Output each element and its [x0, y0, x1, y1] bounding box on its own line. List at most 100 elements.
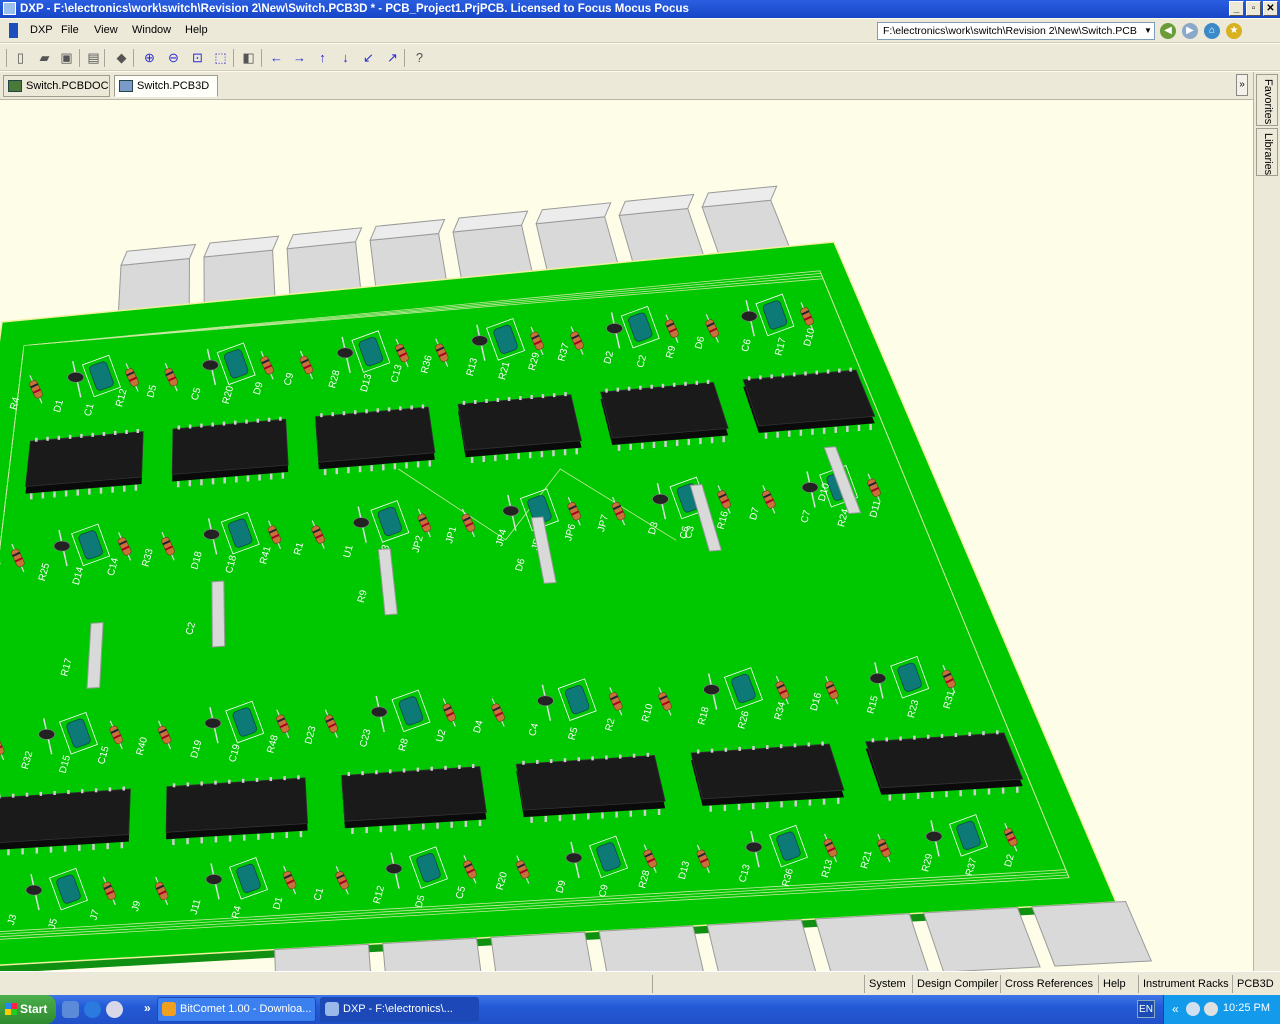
language-indicator[interactable]: EN [1137, 1000, 1155, 1018]
layers-icon[interactable]: ◆ [113, 49, 130, 66]
ic-pin [347, 772, 351, 777]
ic-pin [627, 386, 631, 391]
arrow-up-right-icon[interactable]: ↗ [384, 49, 401, 66]
ic-pin [76, 489, 79, 496]
panel-tab-favorites[interactable]: Favorites [1256, 74, 1278, 126]
arrow-right-icon[interactable]: → [291, 49, 308, 66]
menu-file[interactable]: File [61, 24, 79, 36]
open-folder-icon[interactable]: ▰ [36, 49, 53, 66]
document-path-combo[interactable]: F:\electronics\work\switch\Revision 2\Ne… [877, 22, 1155, 40]
diode [471, 335, 489, 346]
show-desktop-icon[interactable] [62, 1001, 79, 1018]
zoom-in-icon[interactable]: ⊕ [141, 49, 158, 66]
pcb-3d-viewport[interactable]: R4 D1 C1 R12 D5 C5 R20 D9 C9 R28 D13 C13 R36 R13 R21 R2… [0, 101, 1253, 971]
status-cross-references[interactable]: Cross References [1000, 975, 1097, 993]
ic-pin [1001, 787, 1005, 794]
media-player-icon[interactable] [106, 1001, 123, 1018]
network-icon[interactable] [1186, 1002, 1200, 1016]
task-label: BitComet 1.00 - Downloa... [180, 1003, 312, 1015]
diode [502, 505, 520, 517]
ic-pin [804, 371, 807, 376]
tab-switch-pcbdoc[interactable]: Switch.PCBDOC [3, 75, 110, 97]
menu-help[interactable]: Help [185, 24, 208, 36]
print-icon[interactable]: ▤ [85, 49, 102, 66]
view-3d-icon[interactable]: ◧ [240, 49, 257, 66]
save-icon[interactable]: ▣ [58, 49, 75, 66]
diode [385, 863, 403, 874]
quicklaunch-chevron[interactable]: » [144, 1001, 151, 1015]
status-instrument-racks[interactable]: Instrument Racks [1138, 975, 1233, 993]
diode [652, 493, 669, 505]
volume-icon[interactable] [1204, 1002, 1218, 1016]
window-title: DXP - F:\electronics\work\switch\Revisio… [20, 3, 689, 15]
diode [202, 359, 219, 371]
zoom-fit-icon[interactable]: ⊡ [189, 49, 206, 66]
maximize-button[interactable]: ▫ [1246, 1, 1261, 16]
ic-pin [987, 788, 991, 795]
diode [606, 323, 623, 334]
ic-pin [393, 463, 397, 470]
ic-pin [544, 816, 548, 823]
menu-window[interactable]: Window [132, 24, 171, 36]
ic-pin [222, 421, 226, 426]
ic-pin [428, 460, 432, 467]
close-button[interactable]: ✕ [1263, 1, 1278, 16]
home-icon[interactable]: ⌂ [1204, 23, 1220, 39]
diode [745, 841, 763, 853]
ic-pin [358, 466, 362, 473]
arrow-left-icon[interactable]: ← [268, 49, 285, 66]
tab-switch-pcb3d[interactable]: Switch.PCB3D * [114, 75, 218, 112]
status-pcb3d[interactable]: PCB3D [1232, 975, 1278, 993]
new-document-icon[interactable]: ▯ [12, 49, 29, 66]
relay-block [382, 937, 482, 971]
start-button[interactable]: Start [0, 995, 56, 1024]
ic-pin [361, 771, 364, 776]
ic-pin [113, 430, 117, 435]
ic-pin [807, 742, 811, 747]
ic-pin [505, 454, 509, 461]
ic-pin [1016, 786, 1019, 793]
back-icon[interactable]: ◀ [1160, 23, 1176, 39]
minimize-button[interactable]: _ [1229, 1, 1244, 16]
pcb-document-icon [8, 80, 22, 92]
arrow-down-left-icon[interactable]: ↙ [360, 49, 377, 66]
ic-pin [106, 843, 109, 850]
pcb-3d-render[interactable]: R4 D1 C1R12 D5 C5 R20 D9C9 R28 D13 C13 R36 R13 R21 R2… [0, 101, 1253, 971]
ic-chip [25, 431, 144, 488]
menu-dxp[interactable]: DXP [30, 24, 53, 36]
ic-pin [540, 451, 544, 458]
ic-pin [64, 490, 68, 497]
tray-expand-icon[interactable]: « [1172, 1002, 1179, 1016]
status-bar: System Design Compiler Cross References … [0, 971, 1280, 995]
dxp-app-icon [3, 2, 16, 15]
internet-explorer-icon[interactable] [84, 1001, 101, 1018]
relay-block [598, 925, 704, 971]
status-help[interactable]: Help [1098, 975, 1130, 993]
ic-pin [68, 434, 72, 439]
help-icon[interactable]: ? [411, 49, 428, 66]
menu-view[interactable]: View [94, 24, 118, 36]
tab-overflow-chevron-icon[interactable]: » [1236, 74, 1248, 96]
task-bitcomet[interactable]: BitComet 1.00 - Downloa... [157, 997, 316, 1022]
ic-pin [444, 765, 447, 770]
zoom-out-icon[interactable]: ⊖ [165, 49, 182, 66]
ic-pin [92, 844, 95, 851]
zoom-area-icon[interactable]: ⬚ [212, 49, 229, 66]
forward-icon[interactable]: ▶ [1182, 23, 1198, 39]
ic-pin [563, 449, 567, 456]
chevron-down-icon[interactable]: ▼ [1143, 24, 1153, 38]
panel-tab-libraries[interactable]: Libraries [1256, 128, 1278, 176]
favorites-star-icon[interactable]: ★ [1226, 23, 1242, 39]
ic-pin [639, 385, 642, 390]
ic-chip [515, 754, 666, 811]
status-design-compiler[interactable]: Design Compiler [912, 975, 1002, 993]
ic-pin [724, 747, 728, 752]
ic-pin [416, 767, 420, 772]
status-system[interactable]: System [864, 975, 910, 993]
ic-pin [416, 461, 420, 468]
ic-pin [331, 412, 334, 417]
task-dxp[interactable]: DXP - F:\electronics\... [320, 997, 479, 1022]
ic-pin [747, 376, 751, 381]
arrow-down-icon[interactable]: ↓ [337, 49, 354, 66]
arrow-up-icon[interactable]: ↑ [314, 49, 331, 66]
